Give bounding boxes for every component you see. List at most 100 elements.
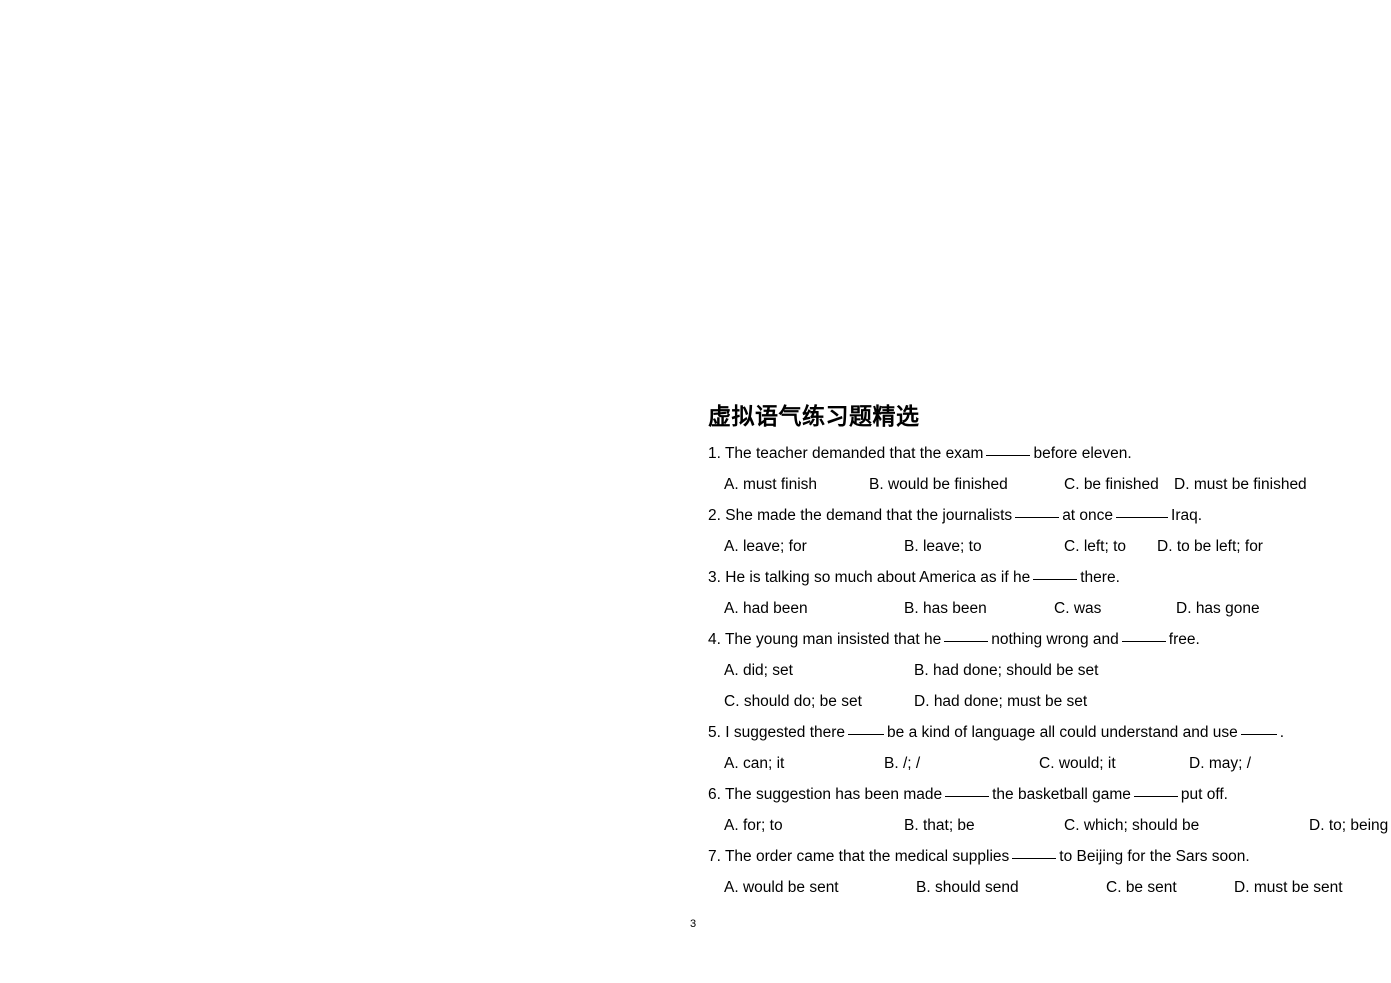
answer-blank bbox=[848, 734, 885, 735]
question-text: free. bbox=[1168, 631, 1200, 648]
answer-option[interactable]: B. that; be bbox=[904, 810, 1064, 841]
answer-option[interactable]: A. would be sent bbox=[724, 872, 916, 903]
answer-blank bbox=[944, 641, 989, 642]
answer-option[interactable]: A. can; it bbox=[724, 748, 884, 779]
question-number: 2. bbox=[708, 507, 721, 524]
answer-blank bbox=[1133, 796, 1178, 797]
option-label: A. bbox=[724, 600, 739, 617]
question-number: 4. bbox=[708, 631, 721, 648]
answer-option[interactable]: C. which; should be bbox=[1064, 810, 1309, 841]
option-label: D. bbox=[1189, 755, 1205, 772]
option-text: leave; to bbox=[922, 538, 982, 555]
answer-option[interactable]: D. has gone bbox=[1176, 593, 1326, 624]
answer-blank bbox=[1012, 858, 1057, 859]
option-label: D. bbox=[1309, 817, 1325, 834]
option-label: A. bbox=[724, 755, 739, 772]
answer-option[interactable]: C. was bbox=[1054, 593, 1176, 624]
question-number: 1. bbox=[708, 445, 721, 462]
answer-option[interactable]: B. /; / bbox=[884, 748, 1039, 779]
question-stem: 6. The suggestion has been made the baske… bbox=[708, 779, 1308, 810]
answer-option[interactable]: D. may; / bbox=[1189, 748, 1339, 779]
answer-blank bbox=[1121, 641, 1166, 642]
answer-option[interactable]: C. be finished bbox=[1064, 469, 1174, 500]
question-block: 3. He is talking so much about America a… bbox=[708, 562, 1308, 624]
answer-option[interactable]: C. would; it bbox=[1039, 748, 1189, 779]
answer-blank bbox=[1033, 579, 1078, 580]
question-text: at once bbox=[1062, 507, 1114, 524]
answer-blank bbox=[945, 796, 990, 797]
answer-option[interactable]: D. had done; must be set bbox=[914, 686, 1164, 717]
option-text: has gone bbox=[1195, 600, 1260, 617]
answer-blank bbox=[1116, 517, 1169, 518]
option-text: /; / bbox=[902, 755, 921, 772]
answer-blank bbox=[986, 455, 1031, 456]
answer-option[interactable]: D. must be finished bbox=[1174, 469, 1334, 500]
option-label: C. bbox=[1064, 817, 1080, 834]
question-block: 4. The young man insisted that he nothing… bbox=[708, 624, 1308, 717]
answer-option[interactable]: C. should do; be set bbox=[724, 686, 914, 717]
option-label: B. bbox=[914, 662, 929, 679]
answer-option[interactable]: A. must finish bbox=[724, 469, 869, 500]
option-label: C. bbox=[1064, 538, 1080, 555]
option-label: D. bbox=[914, 693, 930, 710]
answer-option[interactable]: A. did; set bbox=[724, 655, 914, 686]
option-row: A. must finish B. would be finished C. be … bbox=[724, 469, 1308, 500]
question-block: 7. The order came that the medical suppl… bbox=[708, 841, 1343, 903]
answer-option[interactable]: C. be sent bbox=[1106, 872, 1234, 903]
option-text: for; to bbox=[742, 817, 783, 834]
option-row: A. for; to B. that; be C. which; should be… bbox=[724, 810, 1388, 841]
option-label: A. bbox=[724, 662, 739, 679]
answer-option[interactable]: B. leave; to bbox=[904, 531, 1064, 562]
option-label: D. bbox=[1234, 879, 1250, 896]
option-text: should send bbox=[934, 879, 1019, 896]
question-block: 6. The suggestion has been made the baske… bbox=[708, 779, 1388, 841]
question-text: She made the demand that the journalists bbox=[725, 507, 1013, 524]
question-text: The suggestion has been made bbox=[724, 786, 943, 803]
question-stem: 5. I suggested there be a kind of languag… bbox=[708, 717, 1308, 748]
option-label: B. bbox=[869, 476, 884, 493]
question-text: before eleven. bbox=[1033, 445, 1132, 462]
option-text: be sent bbox=[1125, 879, 1177, 896]
question-text: there. bbox=[1080, 569, 1120, 586]
option-text: had been bbox=[742, 600, 808, 617]
option-text: has been bbox=[922, 600, 987, 617]
page-title: 虚拟语气练习题精选 bbox=[708, 404, 920, 429]
option-text: which; should be bbox=[1083, 817, 1200, 834]
option-label: B. bbox=[916, 879, 931, 896]
option-text: must finish bbox=[742, 476, 818, 493]
option-label: C. bbox=[1039, 755, 1055, 772]
option-text: did; set bbox=[742, 662, 793, 679]
answer-option[interactable]: C. left; to bbox=[1064, 531, 1157, 562]
option-text: must be sent bbox=[1253, 879, 1343, 896]
option-label: A. bbox=[724, 879, 739, 896]
option-row: A. would be sent B. should send C. be sent… bbox=[724, 872, 1343, 903]
option-label: C. bbox=[1064, 476, 1080, 493]
question-stem: 3. He is talking so much about America a… bbox=[708, 562, 1308, 593]
answer-option[interactable]: D. to be left; for bbox=[1157, 531, 1307, 562]
answer-option[interactable]: D. must be sent bbox=[1234, 872, 1384, 903]
answer-option[interactable]: D. to; being bbox=[1309, 810, 1391, 841]
question-block: 1. The teacher demanded that the exam bef… bbox=[708, 438, 1308, 500]
answer-option[interactable]: B. has been bbox=[904, 593, 1054, 624]
answer-option[interactable]: B. had done; should be set bbox=[914, 655, 1164, 686]
answer-option[interactable]: B. should send bbox=[916, 872, 1106, 903]
answer-option[interactable]: A. had been bbox=[724, 593, 904, 624]
question-text: . bbox=[1279, 724, 1285, 741]
document-content: 虚拟语气练习题精选 1. The teacher demanded that t… bbox=[708, 402, 1388, 903]
option-label: A. bbox=[724, 476, 739, 493]
option-text: that; be bbox=[922, 817, 975, 834]
option-text: should do; be set bbox=[743, 693, 862, 710]
option-row: A. did; set B. had done; should be set bbox=[724, 655, 1308, 686]
option-text: leave; for bbox=[742, 538, 807, 555]
option-row: A. had been B. has been C. was D. has gone bbox=[724, 593, 1308, 624]
option-label: D. bbox=[1176, 600, 1192, 617]
question-text: nothing wrong and bbox=[991, 631, 1119, 648]
answer-option[interactable]: A. leave; for bbox=[724, 531, 904, 562]
question-stem: 2. She made the demand that the journali… bbox=[708, 500, 1308, 531]
option-text: left; to bbox=[1083, 538, 1127, 555]
answer-option[interactable]: A. for; to bbox=[724, 810, 904, 841]
answer-option[interactable]: B. would be finished bbox=[869, 469, 1064, 500]
option-label: A. bbox=[724, 538, 739, 555]
question-text: The teacher demanded that the exam bbox=[724, 445, 984, 462]
answer-blank bbox=[1240, 734, 1277, 735]
